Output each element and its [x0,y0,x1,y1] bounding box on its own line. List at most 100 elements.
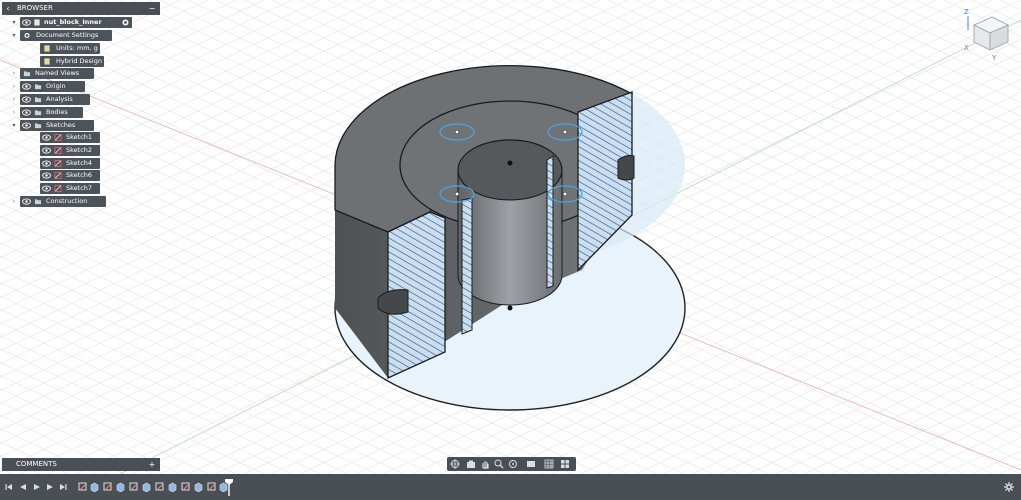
eye-icon[interactable] [22,19,31,26]
timeline-extrude-icon[interactable] [194,482,203,492]
document-name: nut_block_Inner [44,18,102,26]
tree-item[interactable]: › Origin [10,81,87,92]
sketch-icon [54,172,62,179]
eye-icon[interactable] [42,134,51,141]
fit-icon[interactable] [508,459,518,469]
browser-panel-header[interactable]: ‹ BROWSER − [2,2,160,15]
timeline-extrude-icon[interactable] [142,482,151,492]
document-icon [44,58,50,65]
tree-item[interactable]: ▾ Sketches [10,120,96,131]
viewports-icon[interactable] [560,459,570,469]
play-icon[interactable] [33,483,41,491]
tree-item[interactable]: › Analysis [10,94,92,105]
tree-item[interactable]: Units: mm, g [30,43,102,54]
tree-item-label: Document Settings [36,31,99,39]
step-forward-icon[interactable] [46,483,54,491]
tree-item[interactable]: › Named Views [10,68,96,79]
plus-icon[interactable]: + [146,458,158,471]
viewcube-axis-x: X [964,44,969,52]
sketch-icon [54,160,62,167]
document-icon [34,19,40,26]
eye-icon[interactable] [22,96,31,103]
timeline-sketch-icon[interactable] [129,482,138,492]
eye-icon[interactable] [42,185,51,192]
minus-icon[interactable]: − [146,2,158,15]
section-face-right-inner [546,155,554,289]
camera-icon[interactable] [466,459,476,469]
expand-arrow-icon[interactable]: › [10,107,18,118]
sketch-icon [54,134,62,141]
center-point-top[interactable] [507,160,513,166]
go-to-start-icon[interactable] [5,483,13,491]
browser-title: BROWSER [17,4,53,12]
timeline-marker[interactable] [225,479,233,496]
timeline-sketch-icon[interactable] [207,482,216,492]
tree-item-label: Construction [46,197,88,205]
eye-icon[interactable] [22,83,31,90]
settings-icon[interactable] [1004,482,1014,492]
canvas-viewport[interactable]: Z X Y [0,0,1021,474]
tree-item-label: Analysis [46,95,73,103]
activate-icon[interactable] [122,19,129,26]
step-back-icon[interactable] [19,483,27,491]
expand-arrow-icon[interactable]: ▾ [10,30,18,41]
sketch-icon [54,147,62,154]
tree-item-label: Bodies [46,108,68,116]
eye-icon[interactable] [22,198,31,205]
timeline-sketch-icon[interactable] [155,482,164,492]
timeline-bar [0,474,1021,500]
document-icon [44,45,50,52]
tree-item-label: Sketch7 [66,184,93,192]
navigation-toolbar [447,457,576,471]
eye-icon[interactable] [42,172,51,179]
tree-item-label: Sketch6 [66,171,93,179]
timeline-sketch-icon[interactable] [78,482,87,492]
timeline-extrude-icon[interactable] [116,482,125,492]
pan-icon[interactable] [480,459,490,469]
timeline-sketch-icon[interactable] [181,482,190,492]
section-face-left-inner [461,197,473,335]
tree-item-label: Units: mm, g [56,44,98,52]
expand-arrow-icon[interactable]: ▾ [10,17,18,28]
tree-item[interactable]: Sketch2 [30,145,102,156]
folder-icon [34,123,42,129]
sketch-icon [54,185,62,192]
tree-item[interactable]: Sketch1 [30,132,102,143]
folder-icon [23,71,31,77]
timeline-sketch-icon[interactable] [103,482,112,492]
tree-item[interactable]: › Construction [10,196,108,207]
tree-item[interactable]: Sketch7 [30,183,102,194]
tree-item[interactable]: Sketch4 [30,158,102,169]
orbit-icon[interactable] [450,459,460,469]
collapse-icon[interactable]: ‹ [2,2,14,15]
tree-item[interactable]: Sketch6 [30,170,102,181]
tree-item[interactable]: › Bodies [10,107,85,118]
expand-arrow-icon[interactable]: › [10,68,18,79]
tree-item-label: Origin [46,82,66,90]
tree-item[interactable]: ▾ Document Settings [10,30,114,41]
eye-icon[interactable] [42,160,51,167]
eye-icon[interactable] [22,109,31,116]
expand-arrow-icon[interactable]: ▾ [10,120,18,131]
eye-icon[interactable] [22,122,31,129]
eye-icon[interactable] [42,147,51,154]
center-point-bottom[interactable] [507,305,513,311]
display-icon[interactable] [526,459,536,469]
expand-arrow-icon[interactable]: › [10,81,18,92]
folder-icon [34,84,42,90]
tree-document[interactable]: ▾ nut_block_Inner [10,17,132,28]
tree-item-label: Sketch4 [66,159,93,167]
comments-title: COMMENTS [16,460,57,468]
tree-item[interactable]: Hybrid Design [30,56,106,67]
zoom-icon[interactable] [494,459,504,469]
timeline-extrude-icon[interactable] [90,482,99,492]
expand-arrow-icon[interactable]: › [10,94,18,105]
nut-slot-right [617,155,635,181]
timeline-extrude-icon[interactable] [168,482,177,492]
expand-arrow-icon[interactable]: › [10,196,18,207]
grid-icon[interactable] [544,459,554,469]
comments-panel-header[interactable]: COMMENTS + [2,458,160,471]
go-to-end-icon[interactable] [59,483,67,491]
viewcube-axis-y: Y [991,54,997,62]
viewcube-axis-z: Z [964,8,969,16]
